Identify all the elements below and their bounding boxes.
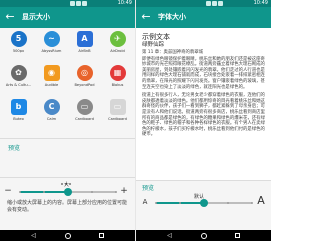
- nav-back-icon[interactable]: ◁: [30, 232, 37, 239]
- large-font-icon[interactable]: A: [255, 195, 267, 207]
- status-time: 10:49: [253, 0, 268, 6]
- slider-tick: [19, 191, 21, 193]
- app-tile[interactable]: A AirBnB: [68, 30, 101, 62]
- app-tile[interactable]: ▦ Blokus: [101, 64, 134, 96]
- slider-tick: [179, 202, 181, 204]
- nav-recents-icon[interactable]: [98, 232, 105, 239]
- app-label: AirDroid: [110, 49, 125, 53]
- sample-title: 示例文本: [142, 33, 170, 41]
- app-label: Arts & Cultu...: [5, 83, 32, 87]
- app-label: BeyondPod: [74, 83, 95, 87]
- app-bar: ← 显示大小: [0, 7, 135, 28]
- status-icons: [206, 1, 224, 6]
- sample-paragraph: 即便有绿色眼镜保护着眼睛，桃乐丝和她的朋友们还是被这座奇妙城市的光芒照得眼花缭乱…: [142, 56, 265, 90]
- preview-label: 预览: [142, 185, 155, 192]
- app-tile[interactable]: b Buteo: [2, 98, 35, 130]
- blokus-icon: ▦: [109, 65, 126, 81]
- description-text: 缩小或放大屏幕上的内容。屏幕上部分应用的位置可能会有变动。: [7, 200, 128, 213]
- navigation-bar: ◁: [136, 230, 271, 241]
- app-tile[interactable]: ▭ Cardboard: [101, 98, 134, 130]
- app-tile[interactable]: ◎ BeyondPod: [68, 64, 101, 96]
- app-label: Blokus: [111, 83, 124, 87]
- divider: [0, 138, 135, 139]
- slider-tick: [115, 191, 117, 193]
- buteo-icon: b: [10, 99, 27, 115]
- app-tile[interactable]: 5 500px: [2, 30, 35, 62]
- app-label: 500px: [12, 49, 25, 53]
- preview-label: 预览: [8, 145, 21, 152]
- app-label: AbyssRium: [41, 49, 62, 53]
- sample-text-preview: 示例文本 绿野仙踪 第 11 章：奥兹国神奇的翡翠城 即便有绿色眼镜保护着眼睛，…: [136, 28, 271, 180]
- increase-size-button[interactable]: +: [119, 186, 129, 196]
- cardboard-icon: ▭: [76, 99, 93, 115]
- status-icons: [70, 1, 88, 6]
- app-bar: ← 字体大小: [136, 7, 271, 28]
- app-label: Buteo: [13, 117, 24, 121]
- display-size-screen: 10:49 ← 显示大小 5 500px ~ AbyssRium A AirBnB ✈ Air…: [0, 0, 135, 241]
- app-label: Cardboard: [108, 117, 127, 121]
- sample-subtitle: 绿野仙踪: [142, 42, 165, 48]
- app-label: Calm: [46, 117, 57, 121]
- small-font-icon[interactable]: A: [140, 197, 150, 207]
- abyssrium-icon: ~: [43, 31, 60, 47]
- sample-paragraph: 街道上有很多行人，无论男女老少都穿着绿色的衣服，连他们的皮肤都透着淡淡的绿色。他…: [142, 93, 265, 138]
- divider: [136, 180, 271, 181]
- display-size-slider-thumb[interactable]: [64, 188, 72, 196]
- nav-home-icon[interactable]: [200, 232, 207, 239]
- slider-tick: [227, 202, 229, 204]
- back-arrow-icon[interactable]: ←: [140, 11, 152, 23]
- font-size-screen: 10:49 ← 字体大小 示例文本 绿野仙踪 第 11 章：奥兹国神奇的翡翠城 …: [136, 0, 271, 241]
- slider-tick: [91, 191, 93, 193]
- page-title: 字体大小: [158, 13, 186, 21]
- app-label: Cardboard: [75, 117, 94, 121]
- cardboard-icon: ▭: [109, 99, 126, 115]
- slider-tick: [43, 191, 45, 193]
- airdroid-icon: ✈: [109, 31, 126, 47]
- airbnb-icon: A: [76, 31, 93, 47]
- app-tile[interactable]: ~ AbyssRium: [35, 30, 68, 62]
- calm-icon: C: [43, 99, 60, 115]
- chapter-heading: 第 11 章：奥兹国神奇的翡翠城: [142, 50, 204, 55]
- nav-recents-icon[interactable]: [234, 232, 241, 239]
- audible-icon: ◉: [43, 65, 60, 81]
- navigation-bar: ◁: [0, 230, 135, 241]
- app-tile[interactable]: ▭ Cardboard: [68, 98, 101, 130]
- app-tile[interactable]: C Calm: [35, 98, 68, 130]
- arts-culture-icon: ✿: [10, 65, 27, 81]
- nav-home-icon[interactable]: [64, 232, 71, 239]
- nav-back-icon[interactable]: ◁: [166, 232, 173, 239]
- size-label: 大: [64, 182, 70, 188]
- status-time: 10:49: [117, 0, 132, 6]
- app-tile[interactable]: ✿ Arts & Cultu...: [2, 64, 35, 96]
- divider: [0, 177, 135, 178]
- app-label: Audible: [44, 83, 59, 87]
- beyondpod-icon: ◎: [76, 65, 93, 81]
- slider-tick: [155, 202, 157, 204]
- page-title: 显示大小: [22, 13, 50, 21]
- app-tile[interactable]: ◉ Audible: [35, 64, 68, 96]
- font-size-slider-thumb[interactable]: [200, 199, 208, 207]
- 500px-icon: 5: [10, 31, 27, 47]
- status-bar: 10:49: [0, 0, 135, 7]
- back-arrow-icon[interactable]: ←: [4, 11, 16, 23]
- app-label: AirBnB: [78, 49, 91, 53]
- decrease-size-button[interactable]: −: [4, 186, 12, 196]
- slider-tick: [251, 202, 253, 204]
- app-tile[interactable]: ✈ AirDroid: [101, 30, 134, 62]
- status-bar: 10:49: [136, 0, 271, 7]
